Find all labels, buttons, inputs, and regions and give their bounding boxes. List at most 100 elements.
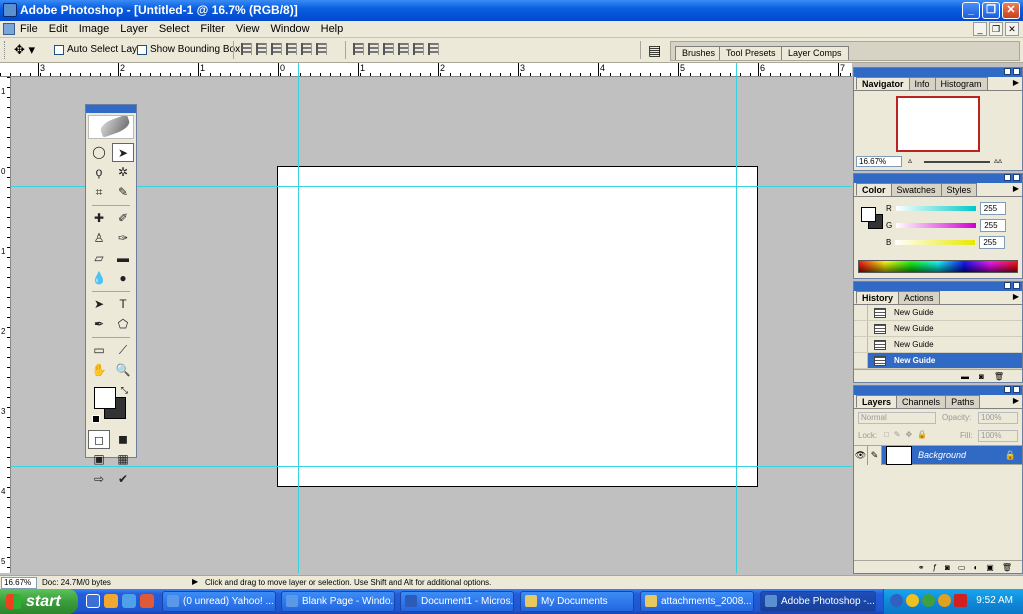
type-tool-icon[interactable]: T	[112, 295, 134, 314]
auto-select-layer-checkbox[interactable]: Auto Select Layer	[54, 44, 146, 55]
navigator-zoom-field[interactable]: 16.67%	[856, 156, 902, 167]
navigator-preview[interactable]	[896, 96, 980, 152]
taskbar-item[interactable]: Document1 - Micros...	[400, 591, 514, 612]
align-hcenter-icon[interactable]	[301, 43, 312, 55]
quicklaunch-icon[interactable]	[140, 594, 154, 608]
dodge-tool-icon[interactable]: ●	[112, 269, 134, 288]
tray-arrow-icon[interactable]	[890, 594, 903, 607]
channel-g-slider[interactable]	[896, 223, 977, 228]
horizontal-ruler[interactable]: 3 2 1 0 1 2 3 4 5 6 7	[0, 63, 852, 77]
zoom-slider[interactable]	[924, 161, 990, 163]
new-adjustment-layer-icon[interactable]: ◐	[973, 563, 978, 572]
panel-titlebar[interactable]	[854, 174, 1022, 183]
fill-field[interactable]: 100%	[978, 430, 1018, 442]
tab-layers[interactable]: Layers	[856, 395, 898, 408]
default-colors-icon[interactable]	[92, 415, 100, 423]
pen-tool-icon[interactable]: ✒	[88, 315, 110, 334]
status-menu-arrow-icon[interactable]: ▶	[192, 577, 198, 586]
tab-brushes[interactable]: Brushes	[675, 46, 723, 60]
zoom-in-icon[interactable]: ▵▵	[994, 156, 1002, 165]
doc-minimize-button[interactable]: _	[973, 22, 987, 36]
new-group-icon[interactable]: ▭	[958, 563, 966, 572]
distribute-vcenter-icon[interactable]	[368, 43, 379, 55]
history-item[interactable]: New Guide	[854, 321, 1022, 337]
move-tool-preset-icon[interactable]: ✥ ▾	[14, 42, 35, 58]
menu-filter[interactable]: Filter	[200, 23, 224, 35]
zoom-tool-icon[interactable]: 🔍	[112, 361, 134, 380]
magic-wand-tool-icon[interactable]: ✲	[112, 163, 134, 182]
distribute-hcenter-icon[interactable]	[413, 43, 424, 55]
zoom-out-icon[interactable]: ▵	[908, 156, 912, 165]
new-layer-icon[interactable]: ▣	[986, 563, 994, 572]
layer-name[interactable]: Background	[918, 450, 966, 460]
marquee-tool-icon[interactable]: ◯	[88, 143, 110, 162]
full-screen-mode-icon[interactable]: ▦	[112, 450, 134, 469]
blend-mode-select[interactable]: Normal	[858, 412, 936, 424]
add-layer-style-icon[interactable]: ƒ	[933, 563, 937, 572]
minimize-button[interactable]: _	[962, 2, 980, 19]
show-desktop-icon[interactable]	[86, 594, 100, 608]
blur-tool-icon[interactable]: 💧	[88, 269, 110, 288]
channel-r-slider[interactable]	[895, 206, 976, 211]
guide-vertical[interactable]	[736, 63, 737, 573]
distribute-top-icon[interactable]	[353, 43, 364, 55]
panel-menu-icon[interactable]: ▶	[1013, 396, 1019, 405]
channel-g-value[interactable]: 255	[980, 219, 1007, 232]
quicklaunch-icon[interactable]	[122, 594, 136, 608]
tab-histogram[interactable]: Histogram	[934, 77, 988, 90]
close-button[interactable]: ✕	[1002, 2, 1020, 19]
guide-horizontal[interactable]	[11, 186, 852, 187]
layer-row-background[interactable]: 👁 ✎ Background 🔒	[854, 445, 1022, 465]
align-vcenter-icon[interactable]	[256, 43, 267, 55]
tab-layer-comps[interactable]: Layer Comps	[781, 46, 849, 60]
history-item[interactable]: New Guide	[854, 305, 1022, 321]
eyedropper-tool-icon[interactable]: ⟋	[112, 341, 134, 360]
slice-tool-icon[interactable]: ✎	[112, 183, 134, 202]
tab-tool-presets[interactable]: Tool Presets	[719, 46, 783, 60]
lasso-tool-icon[interactable]: ϙ	[88, 163, 110, 182]
distribute-bottom-icon[interactable]	[383, 43, 394, 55]
screen-mode-icon[interactable]: ▣	[88, 450, 110, 469]
file-browser-icon[interactable]: ▤	[648, 42, 661, 59]
taskbar-item[interactable]: attachments_2008...	[640, 591, 754, 612]
start-button[interactable]: start	[0, 589, 78, 614]
tab-color[interactable]: Color	[856, 183, 892, 196]
channel-b-value[interactable]: 255	[979, 236, 1006, 249]
delete-layer-icon[interactable]: 🗑	[1002, 563, 1012, 572]
new-snapshot-icon[interactable]: ◙	[979, 372, 984, 381]
shape-tool-icon[interactable]: ⬠	[112, 315, 134, 334]
channel-b-slider[interactable]	[895, 240, 976, 245]
menu-image[interactable]: Image	[79, 23, 110, 35]
menu-help[interactable]: Help	[321, 23, 344, 35]
healing-brush-tool-icon[interactable]: ✚	[88, 209, 110, 228]
crop-tool-icon[interactable]: ⌗	[88, 183, 110, 202]
status-zoom-field[interactable]: 16.67%	[1, 577, 37, 589]
messenger-icon[interactable]	[906, 594, 919, 607]
quicklaunch-icon[interactable]	[104, 594, 118, 608]
document-canvas[interactable]	[277, 166, 758, 487]
options-grip[interactable]	[4, 41, 7, 59]
taskbar-item[interactable]: (0 unread) Yahoo! ...	[162, 591, 276, 612]
taskbar-item-active[interactable]: Adobe Photoshop -...	[760, 591, 876, 612]
swap-colors-icon[interactable]: ⤡	[121, 385, 128, 396]
align-top-icon[interactable]	[241, 43, 252, 55]
tab-info[interactable]: Info	[908, 77, 936, 90]
doc-close-button[interactable]: ✕	[1005, 22, 1019, 36]
edit-in-imageready-icon[interactable]: ✔	[112, 470, 134, 489]
color-fg-swatch[interactable]	[861, 207, 876, 222]
clone-stamp-tool-icon[interactable]: ♙	[88, 229, 110, 248]
document-icon[interactable]	[3, 23, 15, 35]
guide-vertical[interactable]	[298, 63, 299, 573]
panel-titlebar[interactable]	[854, 282, 1022, 291]
restore-button[interactable]: ❐	[982, 2, 1000, 19]
taskbar-item[interactable]: My Documents	[520, 591, 634, 612]
history-item[interactable]: New Guide	[854, 337, 1022, 353]
align-left-icon[interactable]	[286, 43, 297, 55]
gradient-tool-icon[interactable]: ▬	[112, 249, 134, 268]
adobe-online-icon[interactable]	[88, 115, 134, 139]
channel-r-value[interactable]: 255	[979, 202, 1006, 215]
menu-layer[interactable]: Layer	[120, 23, 148, 35]
align-right-icon[interactable]	[316, 43, 327, 55]
layer-brush-icon[interactable]: ✎	[868, 445, 882, 465]
guide-horizontal[interactable]	[11, 466, 852, 467]
